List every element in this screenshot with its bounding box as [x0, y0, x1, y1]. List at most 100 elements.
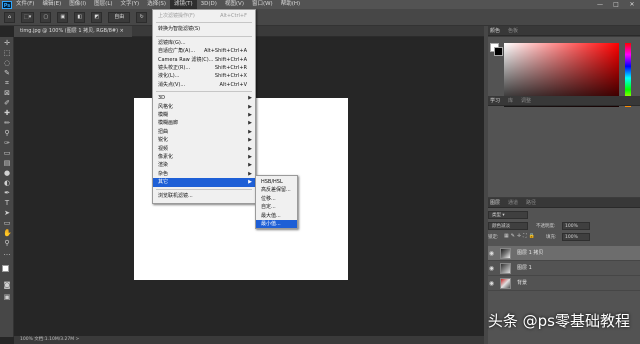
refresh-icon[interactable]: ↻: [136, 11, 148, 23]
frame-tool-icon[interactable]: ⊠: [3, 89, 11, 97]
filter-menu-item[interactable]: 消失点(V)... Alt+Ctrl+V: [153, 81, 255, 89]
menu-item[interactable]: 选择(S): [143, 0, 170, 9]
crop-tool-icon[interactable]: ⌗: [3, 79, 11, 87]
menu-items: 文件(F) 编辑(E) 图像(I) 图层(L) 文字(Y) 选择(S) 滤镜(T) 3D(D)…: [12, 0, 304, 9]
new-selection-icon[interactable]: ▢: [40, 11, 52, 23]
menu-item-shortcut: Alt+Ctrl+F: [220, 13, 247, 19]
path-select-tool-icon[interactable]: ➤: [3, 209, 11, 217]
maximize-button[interactable]: □: [608, 0, 624, 9]
filter-menu-item[interactable]: 渲染 ▶: [153, 161, 255, 169]
tab-paths[interactable]: 路径: [526, 199, 536, 206]
intersect-selection-icon[interactable]: ◩: [91, 11, 103, 23]
document-tab[interactable]: timg.jpg @ 100% (图层 1 拷贝, RGB/8#) ×: [14, 26, 132, 37]
menu-item[interactable]: 文件(F): [12, 0, 38, 9]
other-submenu-item[interactable]: 最大值...: [256, 212, 297, 220]
menu-item-label: 扭曲: [158, 128, 169, 135]
filter-menu-item[interactable]: 像素化 ▶: [153, 153, 255, 161]
menu-item[interactable]: 帮助(H): [277, 0, 304, 9]
minimize-button[interactable]: —: [592, 0, 608, 9]
background-color-swatch[interactable]: [494, 47, 503, 56]
other-submenu-item[interactable]: HSB/HSL: [256, 178, 297, 186]
history-brush-tool-icon[interactable]: ✑: [3, 139, 11, 147]
filter-menu-item[interactable]: 杂色 ▶: [153, 170, 255, 178]
tab-layers[interactable]: 图层: [490, 199, 500, 206]
filter-menu-item[interactable]: 扭曲 ▶: [153, 128, 255, 136]
fill-input[interactable]: 100%: [562, 233, 590, 241]
menu-item[interactable]: 窗口(W): [248, 0, 277, 9]
tab-color[interactable]: 颜色: [490, 27, 500, 34]
opacity-input[interactable]: 100%: [562, 222, 590, 230]
watermark-text: 头条 @ps零基础教程: [487, 312, 630, 330]
color-panel-header: 颜色 色板: [484, 26, 640, 36]
more-tools-icon[interactable]: …: [3, 249, 11, 257]
close-button[interactable]: ✕: [624, 0, 640, 9]
menu-item[interactable]: 编辑(E): [38, 0, 65, 9]
hand-tool-icon[interactable]: ✋: [3, 229, 12, 237]
blur-tool-icon[interactable]: ●: [3, 169, 11, 177]
foreground-color-swatch[interactable]: [2, 265, 9, 272]
filter-menu-item[interactable]: 模糊 ▶: [153, 111, 255, 119]
other-submenu-item[interactable]: 最小值...: [256, 220, 297, 229]
home-icon[interactable]: ⌂: [4, 11, 15, 23]
eyedropper-tool-icon[interactable]: ✐: [3, 99, 11, 107]
blend-mode-dropdown[interactable]: 颜色减淡: [488, 222, 528, 230]
layer-row[interactable]: ◉ 背景: [484, 276, 640, 291]
menu-item[interactable]: 图像(I): [65, 0, 90, 9]
healing-brush-tool-icon[interactable]: ✚: [3, 109, 11, 117]
menu-item[interactable]: 视图(V): [221, 0, 248, 9]
visibility-eye-icon[interactable]: ◉: [488, 265, 495, 272]
visibility-eye-icon[interactable]: ◉: [488, 280, 495, 287]
dodge-tool-icon[interactable]: ◐: [3, 179, 11, 187]
tab-libraries[interactable]: 库: [508, 97, 513, 104]
filter-menu-item[interactable]: 转换为智能滤镜(S): [153, 25, 255, 33]
tab-channels[interactable]: 通道: [508, 199, 518, 206]
layer-row[interactable]: ◉ 图层 1 拷贝: [484, 246, 640, 261]
filter-menu-item[interactable]: 镜头校正(R)... Shift+Ctrl+R: [153, 64, 255, 72]
filter-menu-item[interactable]: 视频 ▶: [153, 145, 255, 153]
photoshop-logo: Ps: [2, 0, 12, 9]
layer-row[interactable]: ◉ 图层 1: [484, 261, 640, 276]
add-selection-icon[interactable]: ▣: [57, 11, 69, 23]
filter-menu-item[interactable]: 液化(L)... Shift+Ctrl+X: [153, 72, 255, 80]
visibility-eye-icon[interactable]: ◉: [488, 250, 495, 257]
other-submenu-item[interactable]: 高反差保留...: [256, 186, 297, 194]
lock-icons[interactable]: ▦✎✛⛶🔒: [504, 233, 537, 239]
quick-mask-icon[interactable]: ◙: [3, 281, 11, 289]
quick-select-tool-icon[interactable]: ✎: [3, 69, 11, 77]
zoom-tool-icon[interactable]: ⚲: [3, 239, 11, 247]
filter-menu-item[interactable]: 锐化 ▶: [153, 136, 255, 144]
menu-item[interactable]: 3D(D): [197, 0, 221, 9]
rectangle-tool-icon[interactable]: ▭: [3, 219, 11, 227]
other-submenu-item[interactable]: 自定...: [256, 203, 297, 211]
menu-item[interactable]: 滤镜(T): [169, 0, 197, 9]
filter-menu-item[interactable]: 浏览联机滤镜...: [153, 192, 255, 200]
filter-menu-item[interactable]: 自适应广角(A)... Alt+Shift+Ctrl+A: [153, 47, 255, 55]
eraser-tool-icon[interactable]: ▭: [3, 149, 11, 157]
filter-menu-item[interactable]: 模糊画廊 ▶: [153, 119, 255, 127]
menu-item[interactable]: 文字(Y): [117, 0, 144, 9]
gradient-tool-icon[interactable]: ▤: [3, 159, 11, 167]
brush-tool-icon[interactable]: ✏: [3, 119, 11, 127]
screen-mode-icon[interactable]: ▣: [3, 293, 11, 301]
filter-menu-item[interactable]: 3D ▶: [153, 94, 255, 102]
clone-stamp-tool-icon[interactable]: ⚲: [3, 129, 11, 137]
layer-kind-filter[interactable]: 类型 ▾: [488, 211, 528, 219]
tool-preset-picker[interactable]: ⬚▾: [21, 11, 35, 23]
lasso-tool-icon[interactable]: ◌: [3, 59, 11, 67]
type-tool-icon[interactable]: T: [3, 199, 11, 207]
filter-menu-item[interactable]: 风格化 ▶: [153, 103, 255, 111]
subtract-selection-icon[interactable]: ◧: [74, 11, 86, 23]
layer-thumbnail: [500, 263, 511, 274]
filter-menu-item[interactable]: 其它 ▶: [153, 178, 255, 187]
menu-item[interactable]: 图层(L): [90, 0, 116, 9]
pen-tool-icon[interactable]: ✒: [3, 189, 11, 197]
mode-dropdown[interactable]: 自由: [108, 11, 131, 23]
filter-menu-item[interactable]: 滤镜库(G)...: [153, 39, 255, 47]
marquee-tool-icon[interactable]: ⬚: [3, 49, 11, 57]
tab-swatches[interactable]: 色板: [508, 27, 518, 34]
tab-adjustments[interactable]: 调整: [521, 97, 531, 104]
other-submenu-item[interactable]: 位移...: [256, 195, 297, 203]
tab-learn[interactable]: 学习: [490, 97, 500, 104]
filter-menu-item[interactable]: Camera Raw 滤镜(C)... Shift+Ctrl+A: [153, 56, 255, 64]
move-tool-icon[interactable]: ✛: [3, 39, 11, 47]
